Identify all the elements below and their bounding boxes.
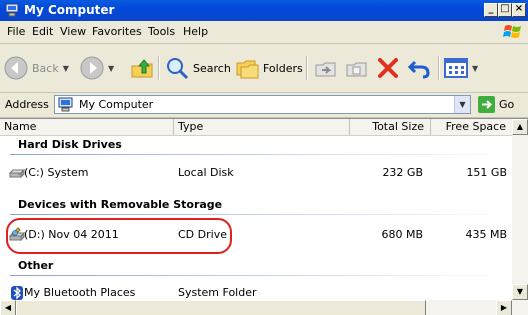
up-folder-button[interactable]	[130, 54, 154, 82]
group-header-removable-storage: Devices with Removable Storage	[18, 198, 223, 211]
menu-help[interactable]: Help	[183, 25, 208, 38]
list-item[interactable]: (C:) System Local Disk 232 GB 151 GB	[0, 164, 512, 182]
toolbar: Back ▼ ▼ Search Folders ▼	[0, 44, 528, 93]
back-arrow-icon	[4, 56, 28, 80]
item-total-size: 232 GB	[382, 166, 423, 179]
menu-edit[interactable]: Edit	[32, 25, 53, 38]
file-list[interactable]: Name Type Total Size Free Space Hard Dis…	[0, 118, 528, 315]
copy-to-icon	[346, 62, 367, 77]
toolbar-separator	[306, 56, 308, 80]
undo-button[interactable]	[407, 54, 431, 82]
search-button[interactable]: Search	[165, 54, 231, 82]
menu-file[interactable]: File	[7, 25, 25, 38]
toolbar-separator	[438, 56, 440, 80]
delete-button[interactable]	[376, 54, 400, 82]
group-header-hard-disk-drives: Hard Disk Drives	[18, 138, 122, 151]
undo-icon	[407, 60, 430, 79]
delete-icon	[378, 58, 398, 78]
highlight-annotation	[6, 218, 232, 254]
item-type: System Folder	[178, 286, 257, 299]
column-header-type[interactable]: Type	[174, 119, 350, 135]
group-header-other: Other	[18, 259, 54, 272]
chevron-down-icon: ▼	[472, 63, 479, 73]
maximize-button[interactable]: □	[498, 3, 512, 17]
group-divider	[10, 275, 510, 276]
computer-icon	[5, 3, 19, 17]
bluetooth-icon	[11, 286, 23, 300]
toolbar-separator	[158, 56, 160, 80]
address-label: Address	[5, 98, 49, 111]
search-icon	[167, 58, 189, 80]
search-label: Search	[193, 61, 231, 75]
views-icon	[444, 58, 468, 78]
address-value: My Computer	[79, 98, 154, 111]
address-input[interactable]: My Computer ▼	[54, 95, 471, 114]
vertical-scrollbar[interactable]: ▲ ▼	[512, 119, 528, 315]
item-type: Local Disk	[178, 166, 234, 179]
item-free-space: 435 MB	[465, 228, 507, 241]
column-header-bar: Name Type Total Size Free Space	[0, 119, 512, 136]
menu-view[interactable]: View	[60, 25, 86, 38]
scroll-left-button[interactable]: ◀	[0, 300, 16, 315]
item-free-space: 151 GB	[466, 166, 507, 179]
folders-button[interactable]: Folders	[235, 54, 303, 82]
go-arrow-icon	[478, 96, 495, 113]
forward-button[interactable]: ▼	[80, 54, 114, 82]
folders-icon	[236, 60, 259, 79]
menu-favorites[interactable]: Favorites	[92, 25, 142, 38]
minimize-button[interactable]: _	[484, 3, 498, 17]
column-header-total-size[interactable]: Total Size	[350, 119, 431, 135]
chevron-down-icon: ▼	[108, 63, 115, 73]
scroll-down-button[interactable]: ▼	[512, 284, 528, 300]
chevron-down-icon: ▼	[62, 63, 69, 73]
close-button[interactable]: ×	[512, 3, 526, 17]
column-header-free-space[interactable]: Free Space	[431, 119, 512, 135]
group-divider	[10, 154, 510, 155]
forward-arrow-icon	[80, 56, 104, 80]
menu-tools[interactable]: Tools	[148, 25, 175, 38]
windows-logo-icon	[503, 25, 521, 38]
hard-disk-icon	[9, 168, 25, 179]
scroll-right-button[interactable]: ▶	[496, 300, 512, 315]
group-divider	[10, 214, 510, 215]
address-dropdown-button[interactable]: ▼	[454, 96, 470, 113]
go-label: Go	[499, 98, 515, 111]
explorer-window: My Computer _ □ × File Edit View Favorit…	[0, 0, 528, 315]
back-label: Back	[32, 61, 59, 75]
move-to-button[interactable]	[314, 54, 338, 82]
item-name: (C:) System	[24, 166, 89, 179]
go-button[interactable]: Go	[478, 95, 528, 114]
up-folder-icon	[131, 59, 153, 78]
address-bar: Address My Computer ▼ Go	[0, 93, 528, 118]
folders-label: Folders	[263, 61, 303, 75]
item-name: My Bluetooth Places	[24, 286, 136, 299]
title-bar[interactable]: My Computer _ □ ×	[0, 0, 528, 21]
computer-icon	[58, 97, 73, 112]
item-total-size: 680 MB	[381, 228, 423, 241]
views-button[interactable]: ▼	[444, 54, 478, 82]
horizontal-scroll-thumb[interactable]	[16, 300, 426, 315]
scroll-up-button[interactable]: ▲	[512, 119, 528, 135]
menu-bar: File Edit View Favorites Tools Help	[0, 21, 528, 44]
column-header-free-space-label: Free Space	[445, 120, 506, 133]
column-header-name[interactable]: Name	[0, 119, 174, 135]
horizontal-scrollbar[interactable]: ◀ ▶	[0, 300, 512, 315]
copy-to-button[interactable]	[345, 54, 369, 82]
window-title: My Computer	[24, 3, 115, 17]
back-button[interactable]: Back ▼	[4, 54, 69, 82]
move-to-icon	[315, 62, 336, 77]
